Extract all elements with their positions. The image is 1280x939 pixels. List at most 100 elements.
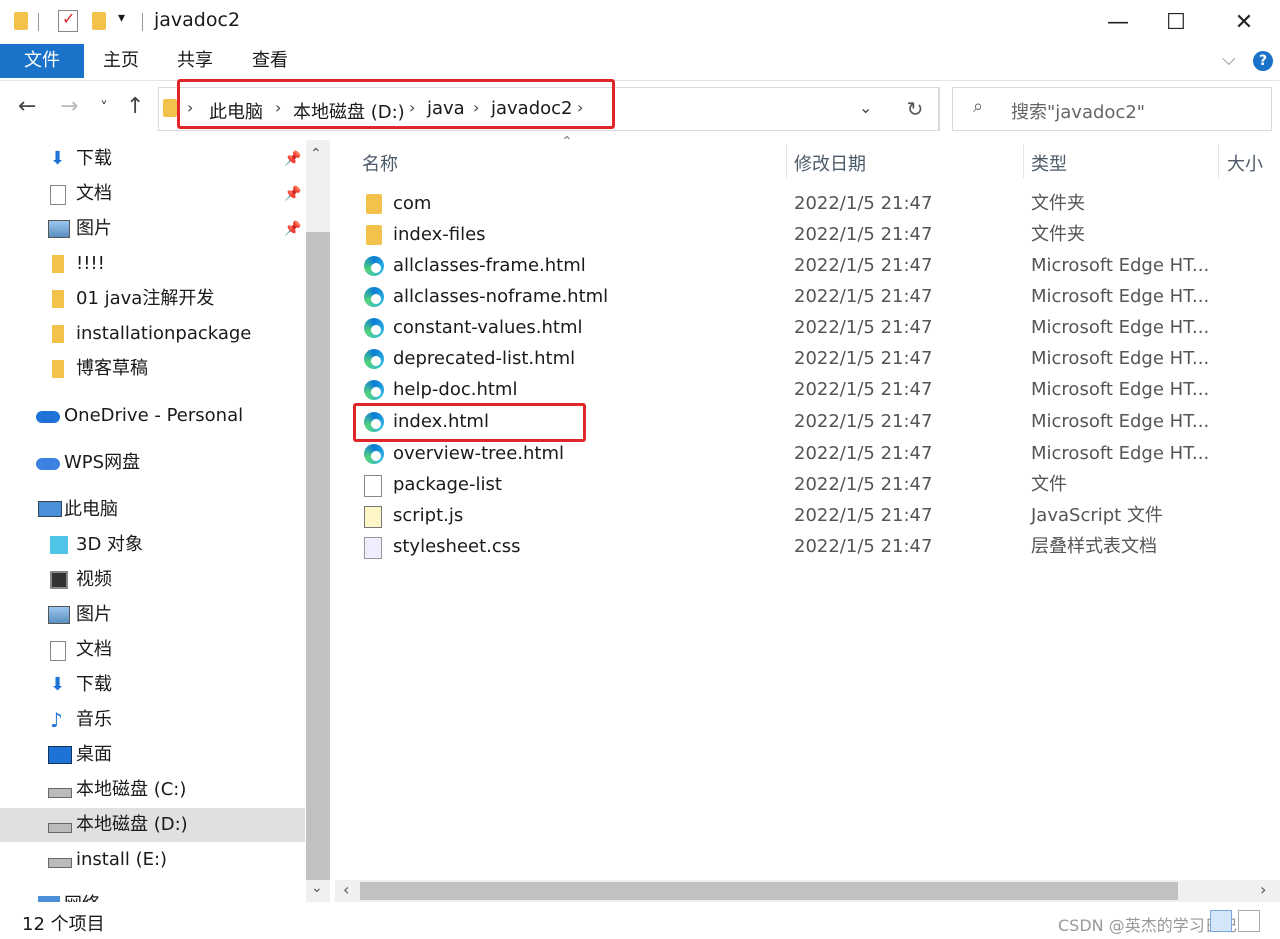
- sidebar-item-label: installationpackage: [76, 323, 252, 344]
- file-row[interactable]: constant-values.html 2022/1/5 21:47 Micr…: [335, 312, 1280, 343]
- back-button[interactable]: ←: [18, 94, 36, 119]
- up-button[interactable]: ↑: [126, 94, 144, 119]
- file-row[interactable]: overview-tree.html 2022/1/5 21:47 Micros…: [335, 438, 1280, 469]
- sidebar-item-pictures-pinned[interactable]: 图片 📌: [0, 212, 305, 246]
- file-row[interactable]: stylesheet.css 2022/1/5 21:47 层叠样式表文档: [335, 531, 1280, 562]
- search-box[interactable]: ⌕ 搜索"javadoc2": [952, 87, 1272, 131]
- sidebar-item-label: 文档: [76, 639, 112, 660]
- recent-locations-button[interactable]: ˅: [100, 98, 108, 117]
- column-header-date[interactable]: 修改日期: [794, 150, 866, 176]
- quick-access-dropdown-icon[interactable]: ▾: [118, 10, 125, 26]
- edge-icon: [364, 349, 384, 369]
- scroll-up-arrow-icon[interactable]: ⌃: [310, 146, 322, 162]
- file-row[interactable]: com 2022/1/5 21:47 文件夹: [335, 188, 1280, 219]
- sidebar-item-pictures[interactable]: 图片: [0, 598, 305, 632]
- horizontal-scrollbar-thumb[interactable]: [360, 882, 1178, 900]
- column-divider[interactable]: [1023, 144, 1024, 178]
- sidebar-item-onedrive[interactable]: OneDrive - Personal: [0, 399, 305, 433]
- sidebar-item-downloads-pinned[interactable]: ⬇ 下载 📌: [0, 142, 305, 176]
- file-row[interactable]: allclasses-frame.html 2022/1/5 21:47 Mic…: [335, 250, 1280, 281]
- sidebar-item-label: 此电脑: [64, 499, 118, 520]
- file-date: 2022/1/5 21:47: [794, 536, 933, 557]
- tab-home[interactable]: 主页: [94, 44, 148, 78]
- column-header-size[interactable]: 大小: [1227, 150, 1263, 176]
- sidebar-item-drive-d[interactable]: 本地磁盘 (D:): [0, 808, 305, 842]
- drive-icon: [48, 823, 72, 833]
- help-icon[interactable]: ?: [1253, 51, 1273, 71]
- sidebar-item-label: WPS网盘: [64, 452, 141, 473]
- details-view-icon[interactable]: [1210, 910, 1232, 932]
- sidebar-item-videos[interactable]: 视频: [0, 563, 305, 597]
- column-divider[interactable]: [1218, 144, 1219, 178]
- sidebar-item-drive-e[interactable]: install (E:): [0, 843, 305, 877]
- tab-view[interactable]: 查看: [243, 44, 297, 78]
- search-input[interactable]: 搜索"javadoc2": [1011, 98, 1145, 124]
- sidebar-item-folder-3[interactable]: installationpackage: [0, 317, 305, 351]
- sidebar-item-label: 图片: [76, 604, 112, 625]
- close-button[interactable]: ✕: [1214, 0, 1274, 44]
- new-folder-icon[interactable]: [92, 12, 106, 30]
- navigation-pane: ⬇ 下载 📌 文档 📌 图片 📌 !!!! 01 java注解开发 instal…: [0, 140, 332, 902]
- forward-button[interactable]: →: [60, 94, 78, 119]
- folder-icon: [14, 12, 28, 30]
- column-divider[interactable]: [786, 144, 787, 178]
- tab-share[interactable]: 共享: [168, 44, 222, 78]
- sidebar-item-folder-2[interactable]: 01 java注解开发: [0, 282, 305, 316]
- sidebar-item-wps[interactable]: WPS网盘: [0, 446, 305, 480]
- chevron-down-icon[interactable]: ⌵: [1222, 49, 1236, 70]
- sidebar-item-folder-4[interactable]: 博客草稿: [0, 352, 305, 386]
- file-row[interactable]: package-list 2022/1/5 21:47 文件: [335, 469, 1280, 500]
- scroll-left-arrow-icon[interactable]: ‹: [343, 880, 349, 899]
- sidebar-item-label: 视频: [76, 569, 112, 590]
- sidebar-item-label: 博客草稿: [76, 358, 148, 379]
- sidebar-item-downloads[interactable]: ⬇ 下载: [0, 668, 305, 702]
- scroll-right-arrow-icon[interactable]: ›: [1260, 880, 1266, 899]
- sidebar-item-network[interactable]: 网络: [0, 888, 305, 902]
- ribbon-tabs: 文件 主页 共享 查看 ⌵ ?: [0, 44, 1280, 81]
- sidebar-item-folder-1[interactable]: !!!!: [0, 247, 305, 281]
- file-type: Microsoft Edge HT...: [1031, 348, 1210, 369]
- sidebar-item-label: 音乐: [76, 709, 112, 730]
- sidebar-item-label: 下载: [76, 674, 112, 695]
- address-bar[interactable]: › 此电脑 › 本地磁盘 (D:) › java › javadoc2 › ⌄: [158, 79, 940, 131]
- sidebar-item-this-pc[interactable]: 此电脑: [0, 493, 305, 527]
- column-header-type[interactable]: 类型: [1031, 150, 1067, 176]
- file-name: overview-tree.html: [393, 443, 565, 464]
- refresh-button[interactable]: ↻: [892, 87, 939, 131]
- sort-ascending-icon: ⌃: [561, 134, 573, 150]
- file-row[interactable]: help-doc.html 2022/1/5 21:47 Microsoft E…: [335, 374, 1280, 405]
- maximize-button[interactable]: ☐: [1146, 0, 1206, 44]
- sidebar-item-label: 下载: [76, 148, 112, 169]
- column-header-name[interactable]: 名称: [362, 150, 398, 176]
- sidebar-item-drive-c[interactable]: 本地磁盘 (C:): [0, 773, 305, 807]
- file-name: allclasses-noframe.html: [393, 286, 609, 307]
- 3d-objects-icon: [50, 536, 68, 554]
- sidebar-item-label: 桌面: [76, 744, 112, 765]
- sidebar-item-music[interactable]: ♪ 音乐: [0, 703, 305, 737]
- file-row[interactable]: script.js 2022/1/5 21:47 JavaScript 文件: [335, 500, 1280, 531]
- address-history-dropdown-icon[interactable]: ⌄: [859, 98, 872, 117]
- download-icon: ⬇: [50, 148, 66, 169]
- file-row[interactable]: index-files 2022/1/5 21:47 文件夹: [335, 219, 1280, 250]
- file-type: Microsoft Edge HT...: [1031, 411, 1210, 432]
- file-date: 2022/1/5 21:47: [794, 505, 933, 526]
- file-row[interactable]: deprecated-list.html 2022/1/5 21:47 Micr…: [335, 343, 1280, 374]
- minimize-button[interactable]: —: [1088, 0, 1148, 44]
- sidebar-item-desktop[interactable]: 桌面: [0, 738, 305, 772]
- large-icons-view-icon[interactable]: [1238, 910, 1260, 932]
- sidebar-item-documents-pinned[interactable]: 文档 📌: [0, 177, 305, 211]
- sidebar-item-label: 3D 对象: [76, 534, 144, 555]
- sidebar-item-3d-objects[interactable]: 3D 对象: [0, 528, 305, 562]
- sidebar-scrollbar-thumb[interactable]: [306, 232, 330, 880]
- tab-file[interactable]: 文件: [0, 44, 84, 78]
- file-list: ⌃ 名称 修改日期 类型 大小 com 2022/1/5 21:47 文件夹 i…: [335, 134, 1280, 880]
- file-date: 2022/1/5 21:47: [794, 348, 933, 369]
- file-date: 2022/1/5 21:47: [794, 317, 933, 338]
- search-icon: ⌕: [973, 96, 984, 117]
- scroll-down-arrow-icon[interactable]: ⌄: [311, 880, 323, 896]
- sidebar-item-documents[interactable]: 文档: [0, 633, 305, 667]
- file-row[interactable]: allclasses-noframe.html 2022/1/5 21:47 M…: [335, 281, 1280, 312]
- properties-icon[interactable]: ✓: [58, 9, 78, 32]
- download-icon: ⬇: [50, 674, 66, 695]
- drive-icon: [48, 858, 72, 868]
